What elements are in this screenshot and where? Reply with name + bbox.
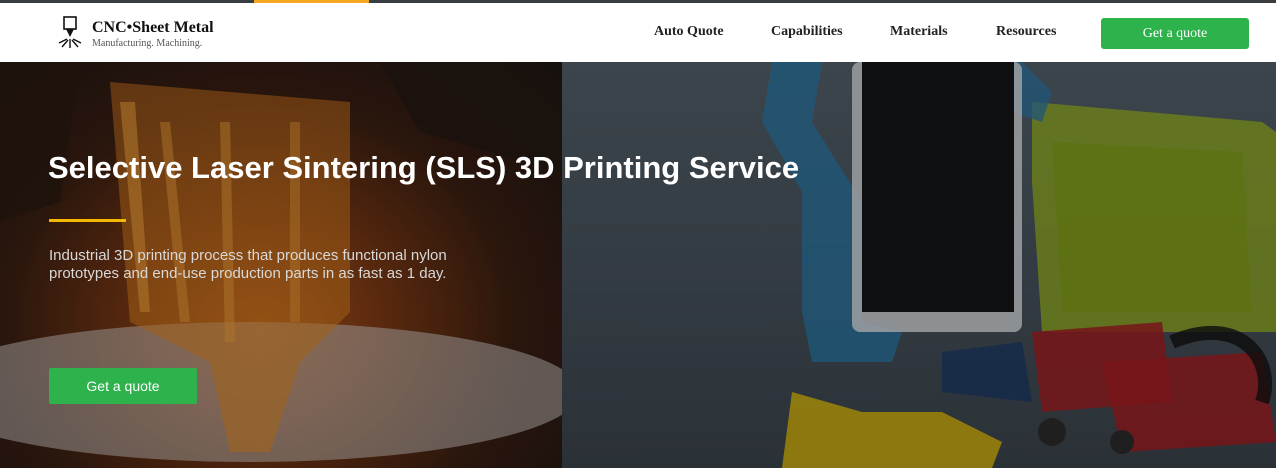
- header-get-quote-button[interactable]: Get a quote: [1101, 18, 1249, 49]
- nav-item-auto-quote[interactable]: Auto Quote: [654, 3, 724, 62]
- logo[interactable]: CNC•Sheet Metal Manufacturing. Machining…: [56, 15, 214, 53]
- nav-item-resources[interactable]: Resources: [996, 3, 1056, 62]
- title-underline: [49, 219, 126, 222]
- brand-name: CNC•Sheet Metal: [92, 18, 214, 36]
- laser-cutter-icon: [58, 16, 82, 48]
- brand-tagline: Manufacturing. Machining.: [92, 37, 203, 49]
- nav-item-capabilities[interactable]: Capabilities: [771, 3, 843, 62]
- hero-banner: Selective Laser Sintering (SLS) 3D Print…: [0, 62, 1276, 468]
- hero-get-quote-button[interactable]: Get a quote: [49, 368, 197, 404]
- hero-subtitle: Industrial 3D printing process that prod…: [49, 247, 447, 282]
- nav-item-materials[interactable]: Materials: [890, 3, 948, 62]
- logo-text: CNC•Sheet Metal Manufacturing. Machining…: [92, 19, 214, 50]
- hero-title: Selective Laser Sintering (SLS) 3D Print…: [48, 150, 800, 185]
- site-header: CNC•Sheet Metal Manufacturing. Machining…: [0, 3, 1276, 65]
